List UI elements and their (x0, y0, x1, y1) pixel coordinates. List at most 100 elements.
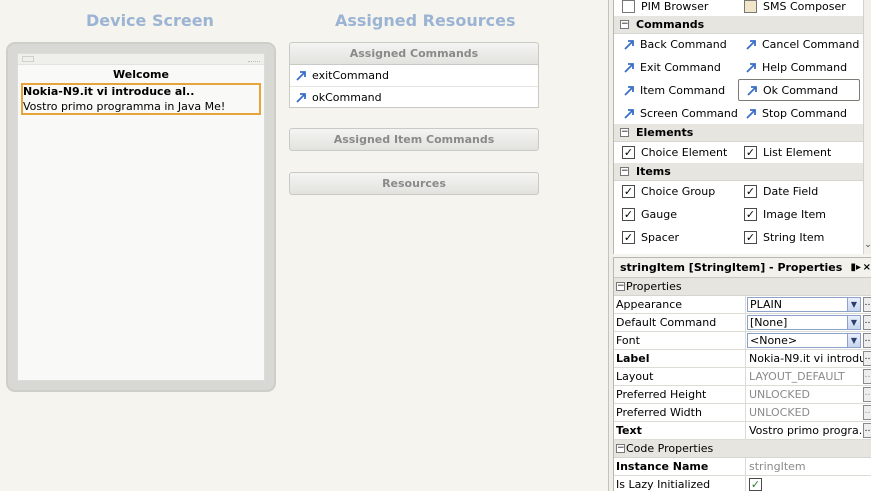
palette-category-elements[interactable]: − Elements (614, 124, 864, 142)
prop-row-instance-name[interactable]: Instance Name stringItem (614, 458, 871, 476)
palette-item-image-item[interactable]: ✓ Image Item (738, 203, 860, 225)
palette-item-choice-element[interactable]: ✓ Choice Element (616, 141, 738, 163)
checkbox-icon: ✓ (622, 184, 635, 198)
chevron-down-icon[interactable]: ▼ (847, 333, 861, 348)
prop-name: Font (614, 332, 746, 349)
ellipsis-button[interactable]: … (863, 387, 871, 402)
palette-item-stop-command[interactable]: Stop Command (738, 102, 860, 124)
prop-value[interactable]: ✓ (746, 476, 871, 491)
palette-item-label: Choice Group (641, 184, 716, 198)
ellipsis-button[interactable]: … (863, 297, 871, 312)
prop-value[interactable]: LAYOUT_DEFAULT… (746, 368, 871, 385)
palette-item-sms-composer[interactable]: SMS Composer (738, 0, 860, 17)
command-icon (745, 83, 759, 97)
prop-value[interactable]: stringItem (746, 458, 871, 475)
palette-item-help-command[interactable]: Help Command (738, 56, 860, 78)
prop-value[interactable]: Vostro primo progra...… (746, 422, 871, 439)
prop-name: Instance Name (614, 458, 746, 475)
palette-item-screen-command[interactable]: Screen Command (616, 102, 738, 124)
prop-value[interactable]: UNLOCKED… (746, 386, 871, 403)
palette-item-exit-command[interactable]: Exit Command (616, 56, 738, 78)
prop-value[interactable]: PLAIN ▼ … (746, 296, 871, 313)
collapse-icon[interactable]: − (620, 167, 629, 176)
collapse-icon[interactable]: − (616, 444, 625, 453)
prop-row-is-lazy-initialized[interactable]: Is Lazy Initialized ✓ (614, 476, 871, 491)
ellipsis-button[interactable]: … (863, 423, 871, 438)
device-screen[interactable]: Welcome Nokia-N9.it vi introduce al.. Vo… (17, 53, 265, 381)
instance-name-value: stringItem (749, 460, 806, 473)
prop-row-text[interactable]: Text Vostro primo progra...… (614, 422, 871, 440)
properties-panel: stringItem [StringItem] - Properties ▮▸ … (613, 257, 871, 491)
pim-browser-icon (622, 0, 635, 13)
string-item-text[interactable]: Vostro primo programma in Java Me! (23, 99, 259, 114)
ellipsis-button[interactable]: … (863, 333, 871, 348)
device-screen-title: Device Screen (86, 11, 214, 30)
string-item-label[interactable]: Nokia-N9.it vi introduce al.. (23, 85, 259, 99)
prop-name: Preferred Height (614, 386, 746, 403)
chevron-down-icon[interactable]: ⌄ (864, 240, 871, 250)
prop-row-appearance[interactable]: Appearance PLAIN ▼ … (614, 296, 871, 314)
palette-item-label: Image Item (763, 207, 826, 221)
collapse-icon[interactable]: − (620, 128, 629, 137)
palette-item-ok-command[interactable]: Ok Command (738, 79, 860, 101)
chevron-down-icon[interactable]: ▼ (847, 297, 861, 312)
assigned-command-label: okCommand (312, 90, 382, 104)
collapse-icon[interactable]: − (620, 20, 629, 29)
category-label: Elements (636, 126, 694, 139)
appearance-combo[interactable]: PLAIN (747, 297, 861, 312)
prop-row-label[interactable]: Label Nokia-N9.it vi introdu...… (614, 350, 871, 368)
close-icon[interactable]: × (863, 258, 871, 278)
palette-item-item-command[interactable]: Item Command (616, 79, 738, 101)
maximize-icon[interactable]: ▮▸ (850, 258, 861, 278)
palette-item-pim-browser[interactable]: PIM Browser (616, 0, 738, 17)
prop-row-default-command[interactable]: Default Command [None] ▼ … (614, 314, 871, 332)
screen-title[interactable]: Welcome (18, 68, 264, 81)
device-status-bar (18, 54, 264, 65)
prop-value[interactable]: <None> ▼ … (746, 332, 871, 349)
palette-item-string-item[interactable]: ✓ String Item (738, 226, 860, 248)
checkbox-icon: ✓ (744, 207, 757, 221)
palette-item-label: List Element (763, 145, 832, 159)
prop-value[interactable]: Nokia-N9.it vi introdu...… (746, 350, 871, 367)
palette-item-list-element[interactable]: ✓ List Element (738, 141, 860, 163)
palette-item-back-command[interactable]: Back Command (616, 33, 738, 55)
properties-section[interactable]: − Properties (614, 278, 871, 296)
prop-name: Appearance (614, 296, 746, 313)
ellipsis-button[interactable]: … (863, 405, 871, 420)
palette-item-label: Back Command (640, 37, 727, 51)
code-properties-section[interactable]: − Code Properties (614, 440, 871, 458)
prop-value[interactable]: UNLOCKED… (746, 404, 871, 421)
prop-row-preferred-width[interactable]: Preferred Width UNLOCKED… (614, 404, 871, 422)
ellipsis-button[interactable]: … (863, 369, 871, 384)
palette-item-cancel-command[interactable]: Cancel Command (738, 33, 860, 55)
palette-item-label: Cancel Command (762, 37, 860, 51)
string-item[interactable]: Nokia-N9.it vi introduce al.. Vostro pri… (21, 83, 261, 115)
prop-row-layout[interactable]: Layout LAYOUT_DEFAULT… (614, 368, 871, 386)
font-combo[interactable]: <None> (747, 333, 861, 348)
palette-item-date-field[interactable]: ✓ Date Field (738, 180, 860, 202)
palette-item-label: SMS Composer (763, 0, 846, 13)
palette-category-items[interactable]: − Items (614, 163, 864, 181)
ellipsis-button[interactable]: … (863, 351, 871, 366)
lazy-init-checkbox[interactable]: ✓ (749, 478, 762, 491)
prop-value[interactable]: [None] ▼ … (746, 314, 871, 331)
assigned-item-commands-header[interactable]: Assigned Item Commands (289, 128, 539, 151)
default-command-combo[interactable]: [None] (747, 315, 861, 330)
prop-row-font[interactable]: Font <None> ▼ … (614, 332, 871, 350)
prop-row-preferred-height[interactable]: Preferred Height UNLOCKED… (614, 386, 871, 404)
chevron-down-icon[interactable]: ▼ (847, 315, 861, 330)
command-icon (294, 69, 308, 83)
palette-item-label: Screen Command (640, 106, 738, 120)
palette-item-choice-group[interactable]: ✓ Choice Group (616, 180, 738, 202)
palette-item-gauge[interactable]: ✓ Gauge (616, 203, 738, 225)
prop-name: Layout (614, 368, 746, 385)
assigned-command-ok[interactable]: okCommand (290, 86, 538, 107)
palette-category-commands[interactable]: − Commands (614, 16, 864, 34)
collapse-icon[interactable]: − (616, 282, 625, 291)
palette-scrollbar[interactable]: ⌄ (863, 0, 871, 254)
resources-header[interactable]: Resources (289, 172, 539, 195)
assigned-command-exit[interactable]: exitCommand (290, 65, 538, 86)
ellipsis-button[interactable]: … (863, 315, 871, 330)
assigned-commands-header[interactable]: Assigned Commands (289, 42, 539, 65)
palette-item-spacer[interactable]: ✓ Spacer (616, 226, 738, 248)
